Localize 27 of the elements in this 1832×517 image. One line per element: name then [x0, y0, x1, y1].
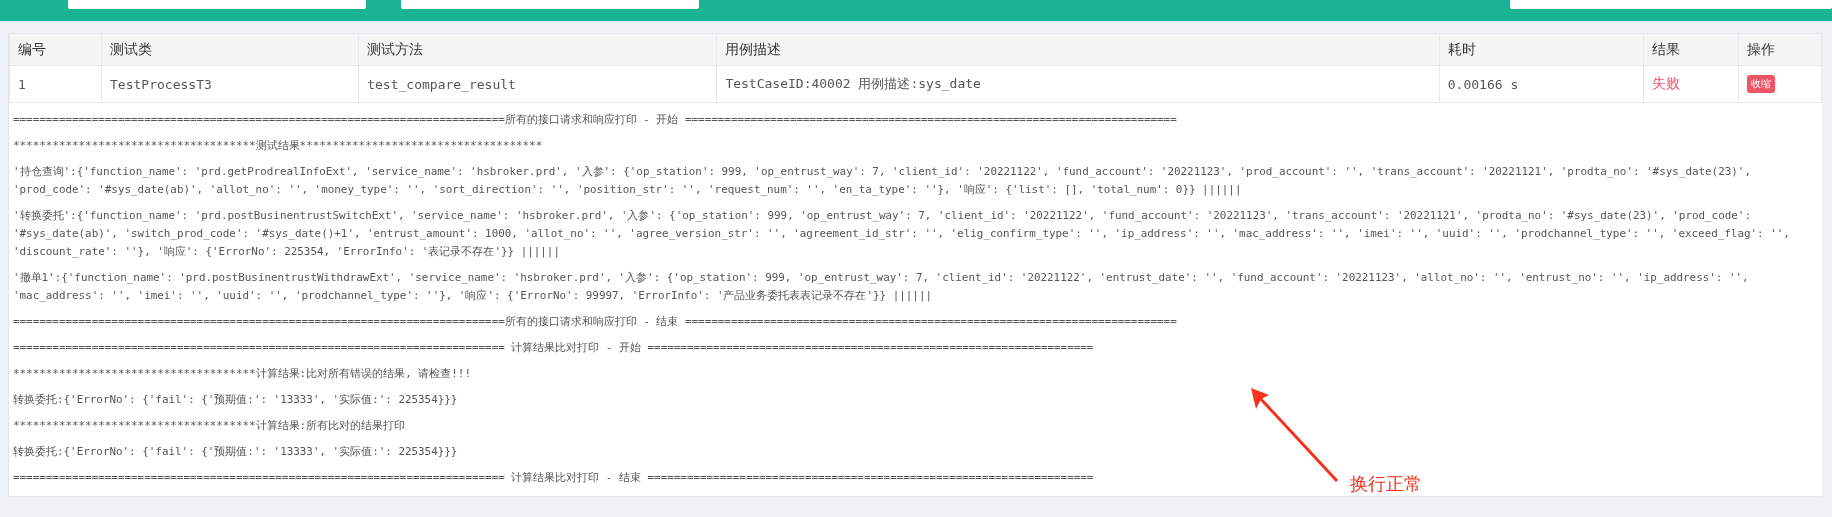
- log-line: *************************************计算结果:比对所有错误的结果, 请检查!!!: [13, 366, 471, 382]
- column-header: 用例描述: [716, 33, 1440, 66]
- column-header: 耗时: [1439, 33, 1644, 66]
- table-cell: TestCaseID:40002 用例描述:sys_date: [716, 65, 1440, 103]
- log-line: ===========================================================================所有的接口请求和响应打印 - 结束 ===========================================================================: [13, 314, 1177, 330]
- log-line: *************************************计算结果:所有比对的结果打印: [13, 418, 406, 434]
- log-line: 转换委托:{'ErrorNo': {'fail': {'预期值:': '13333', '实际值:': 225354}}}: [13, 392, 458, 408]
- annotation-text: 换行正常: [1350, 472, 1422, 496]
- table-cell: 1: [9, 65, 102, 103]
- log-line: '持仓查询':{'function_name': 'prd.getProdrealInfoExt', 'service_name': 'hsbroker.prd', '入参': {'op_station': 999, 'op_entrust_way': 7, 'client_id': '20221122', 'fund_account': '20221123', 'prod_account': '', 'trans_account': '20221121', 'prodta_no': '#sys_date(23)', 'prod_code': '#sys_date(ab)', 'allot_no': '', 'money_type': '', 'sort_direction': '', 'position_str': '', 'request_num': '', 'en_ta_type': ''}, '响应': {'list': [], 'total_num': 0}} ||||||: [13, 164, 1752, 198]
- column-header: 测试类: [101, 33, 359, 66]
- column-header: 结果: [1643, 33, 1739, 66]
- result-cell: 失败: [1643, 65, 1739, 103]
- log-line: '转换委托':{'function_name': 'prd.postBusinentrustSwitchExt', 'service_name': 'hsbroker.prd', '入参': {'op_station': 999, 'op_entrust_way': 7, 'client_id': '20221122', 'fund_account': '20221123', 'trans_account': '20221121', 'prodta_no': '#sys_date(23)', 'prod_code': '#sys_date(ab)', 'switch_prod_code': '#sys_date()+1', 'entrust_amount': 1000, 'allot_no': '', 'agree_version_str': '', 'agreement_id_str': '', 'elig_confirm_type': '', 'ip_address': '', 'mac_address': '', 'imei': '', 'uuid': '', 'prodchannel_type': '', 'exceed_flag': '', 'discount_rate': ''}, '响应': {'ErrorNo': 225354, 'ErrorInfo': '表记录不存在'}} ||||||: [13, 208, 1791, 260]
- log-line: 转换委托:{'ErrorNo': {'fail': {'预期值:': '13333', '实际值:': 225354}}}: [13, 444, 458, 460]
- table-cell: test_compare_result: [358, 65, 717, 103]
- collapse-button[interactable]: 收缩: [1746, 75, 1775, 93]
- column-header: 操作: [1738, 33, 1822, 66]
- table-cell: 0.00166 s: [1439, 65, 1644, 103]
- column-header: 测试方法: [358, 33, 717, 66]
- log-line: =========================================================================== 计算结果比对打印 - 结束 ====================================================================: [13, 470, 1094, 486]
- log-line: ===========================================================================所有的接口请求和响应打印 - 开始 ===========================================================================: [13, 112, 1177, 128]
- log-line: '撤单1':{'function_name': 'prd.postBusinentrustWithdrawExt', 'service_name': 'hsbroker.prd', '入参': {'op_station': 999, 'op_entrust_way': 7, 'client_id': '20221122', 'entrust_date': '', 'fund_account': '20221123', 'allot_no': '', 'entrust_no': '', 'ip_address': '', 'mac_address': '', 'imei': '', 'uuid': '', 'prodchannel_type': ''}, '响应': {'ErrorNo': 99997, 'ErrorInfo': '产品业务委托表表记录不存在'}} ||||||: [13, 270, 1750, 304]
- column-header: 编号: [9, 33, 102, 66]
- table-cell: TestProcessT3: [101, 65, 359, 103]
- log-line: =========================================================================== 计算结果比对打印 - 开始 ====================================================================: [13, 340, 1094, 356]
- log-line: *************************************测试结果*************************************: [13, 138, 543, 154]
